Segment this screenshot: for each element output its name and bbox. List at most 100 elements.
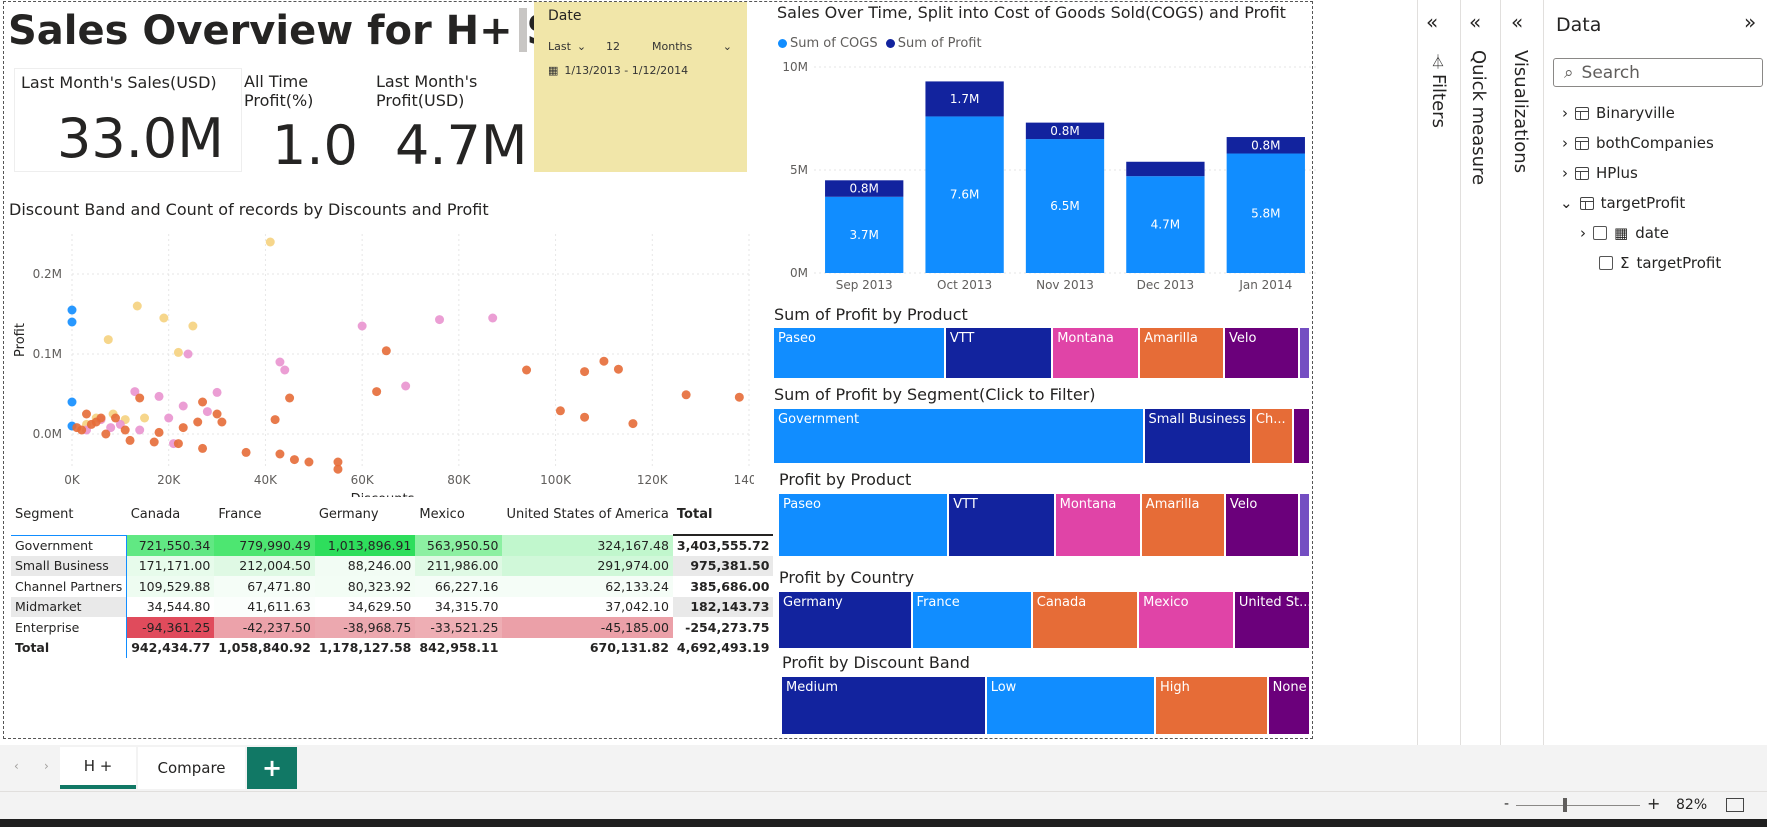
matrix-row-total[interactable]: 385,686.00 xyxy=(673,576,774,597)
matrix-row-total[interactable]: 3,403,555.72 xyxy=(673,535,774,556)
matrix-cell[interactable]: 212,004.50 xyxy=(214,555,315,576)
filters-label[interactable]: Filters xyxy=(1428,74,1449,128)
matrix-total-cell[interactable]: 1,058,840.92 xyxy=(214,638,315,659)
scatter-point[interactable] xyxy=(67,317,77,327)
matrix-row-total[interactable]: 182,143.73 xyxy=(672,596,774,617)
bar-profit[interactable] xyxy=(1126,161,1205,177)
scatter-point[interactable] xyxy=(178,423,188,433)
matrix-row-header[interactable]: Government xyxy=(11,534,127,556)
scatter-point[interactable] xyxy=(173,439,183,449)
tree-item-targetprofit[interactable]: ⌄ targetProfit xyxy=(1560,194,1685,212)
matrix-cell[interactable]: 563,950.50 xyxy=(415,535,503,556)
matrix-cell[interactable]: 211,986.00 xyxy=(415,555,503,576)
unit-dropdown[interactable]: Months ⌄ xyxy=(652,36,732,56)
bar-chart[interactable]: 0M 5M 10M 3.7M 0.8M Sep 2013 7.6M 1.7M Oct 2013 6… xyxy=(764,57,1316,297)
treemap[interactable]: Paseo VTT Montana Amarilla Velo xyxy=(779,494,1311,556)
field-targetprofit[interactable]: ΣtargetProfit xyxy=(1599,254,1721,272)
treemap[interactable]: Medium Low High None xyxy=(782,677,1311,734)
scatter-point[interactable] xyxy=(580,412,590,422)
matrix-row[interactable]: Government 721,550.34 779,990.49 1,013,896.… xyxy=(11,534,774,556)
matrix-cell[interactable]: 171,171.00 xyxy=(126,555,215,576)
treemap[interactable]: Germany France Canada Mexico United St... xyxy=(779,592,1311,648)
scatter-point[interactable] xyxy=(275,357,285,367)
treemap-tile[interactable]: Paseo xyxy=(779,494,950,556)
zoom-slider-thumb[interactable] xyxy=(1563,798,1567,812)
scatter-point[interactable] xyxy=(188,321,198,331)
matrix-cell[interactable]: -94,361.25 xyxy=(126,617,215,638)
scatter-point[interactable] xyxy=(265,237,275,247)
matrix-visual[interactable]: Segment Canada France Germany Mexico United S… xyxy=(11,505,774,659)
scatter-point[interactable] xyxy=(280,365,290,375)
scatter-point[interactable] xyxy=(435,315,445,325)
treemap-tile[interactable]: Government xyxy=(774,409,1145,463)
scatter-point[interactable] xyxy=(140,413,150,423)
scatter-point[interactable] xyxy=(599,356,609,366)
scatter-point[interactable] xyxy=(132,301,142,311)
prev-page-icon[interactable]: ‹ xyxy=(14,759,19,773)
scatter-point[interactable] xyxy=(193,417,203,427)
scatter-point[interactable] xyxy=(164,413,174,423)
matrix-grand-total[interactable]: 4,692,493.19 xyxy=(673,638,774,659)
scatter-point[interactable] xyxy=(183,349,193,359)
matrix-cell[interactable]: -33,521.25 xyxy=(415,617,503,638)
matrix-cell[interactable]: 34,315.70 xyxy=(415,596,503,617)
checkbox[interactable] xyxy=(1599,256,1613,270)
treemap-tile[interactable]: Ch... xyxy=(1251,409,1294,463)
matrix-cell[interactable]: 41,611.63 xyxy=(214,596,315,617)
matrix-row-header[interactable]: Midmarket xyxy=(11,596,127,617)
matrix-row[interactable]: Midmarket 34,544.80 41,611.63 34,629.50 34,3… xyxy=(11,596,774,617)
treemap-tile[interactable]: Mexico xyxy=(1139,592,1235,648)
treemap-tile[interactable]: Amarilla xyxy=(1141,494,1226,556)
matrix-row[interactable]: Channel Partners 109,529.88 67,471.80 80,32… xyxy=(11,576,773,597)
tree-item-hplus[interactable]: › HPlus xyxy=(1562,164,1638,182)
matrix-header-cell[interactable]: Mexico xyxy=(415,505,502,535)
card-last-month-profit[interactable]: Last Month's Profit(USD) 4.7M xyxy=(374,70,527,177)
collapse-quick-measure-icon[interactable]: « xyxy=(1469,10,1481,34)
treemap-tile[interactable] xyxy=(1300,328,1311,378)
collapse-data-icon[interactable]: » xyxy=(1744,10,1756,34)
tree-item-binaryville[interactable]: › Binaryville xyxy=(1562,104,1675,122)
matrix-row-header[interactable]: Small Business xyxy=(11,555,127,576)
scatter-point[interactable] xyxy=(285,393,295,403)
scatter-point[interactable] xyxy=(212,387,222,397)
scatter-point[interactable] xyxy=(555,406,565,416)
card-last-month-sales[interactable]: Last Month's Sales(USD) 33.0M xyxy=(14,68,242,172)
collapse-visualizations-icon[interactable]: « xyxy=(1511,10,1523,34)
matrix-row-header[interactable]: Enterprise xyxy=(11,617,127,638)
matrix-cell[interactable]: 1,013,896.91 xyxy=(314,535,416,556)
treemap-tile[interactable]: Velo xyxy=(1225,328,1301,378)
treemap-tile[interactable]: Montana xyxy=(1053,328,1141,378)
scatter-point[interactable] xyxy=(154,427,164,437)
matrix-header-cell[interactable]: Segment xyxy=(11,505,127,535)
fit-to-page-icon[interactable] xyxy=(1726,798,1744,812)
matrix-total-cell[interactable]: 1,178,127.58 xyxy=(315,638,416,659)
matrix-header-cell[interactable]: Total xyxy=(672,505,774,536)
treemap-tile[interactable]: None xyxy=(1268,677,1311,734)
card-all-time-profit[interactable]: All Time Profit(%) 1.0 xyxy=(244,70,362,177)
scatter-point[interactable] xyxy=(488,313,498,323)
scatter-point[interactable] xyxy=(159,313,169,323)
scatter-point[interactable] xyxy=(135,393,145,403)
tab-compare[interactable]: Compare xyxy=(138,747,245,789)
tab-h-plus[interactable]: H + xyxy=(60,747,136,789)
matrix-total-cell[interactable]: 670,131.82 xyxy=(502,638,672,659)
treemap[interactable]: Government Small Business Ch... xyxy=(774,409,1311,463)
scatter-point[interactable] xyxy=(522,365,532,375)
scatter-point[interactable] xyxy=(198,397,208,407)
relative-dropdown[interactable]: Last ⌄ xyxy=(548,36,598,56)
matrix-cell[interactable]: 67,471.80 xyxy=(214,576,315,597)
scatter-point[interactable] xyxy=(101,429,111,439)
date-slicer[interactable]: Date Last ⌄ 12 Months ⌄ ▦ 1/13/2013 - 1/12/… xyxy=(534,2,747,172)
treemap-tile[interactable] xyxy=(1300,494,1311,556)
add-page-button[interactable]: + xyxy=(247,747,297,789)
scatter-point[interactable] xyxy=(270,415,280,425)
scatter-point[interactable] xyxy=(154,391,164,401)
next-page-icon[interactable]: › xyxy=(44,759,49,773)
treemap[interactable]: Paseo VTT Montana Amarilla Velo xyxy=(774,328,1311,378)
matrix-header-cell[interactable]: France xyxy=(214,505,315,535)
quick-measure-label[interactable]: Quick measure xyxy=(1468,50,1489,185)
matrix-cell[interactable]: 779,990.49 xyxy=(214,535,315,556)
scatter-point[interactable] xyxy=(173,347,183,357)
legend-cogs[interactable]: Sum of COGS xyxy=(790,36,878,51)
scatter-point[interactable] xyxy=(125,435,135,445)
